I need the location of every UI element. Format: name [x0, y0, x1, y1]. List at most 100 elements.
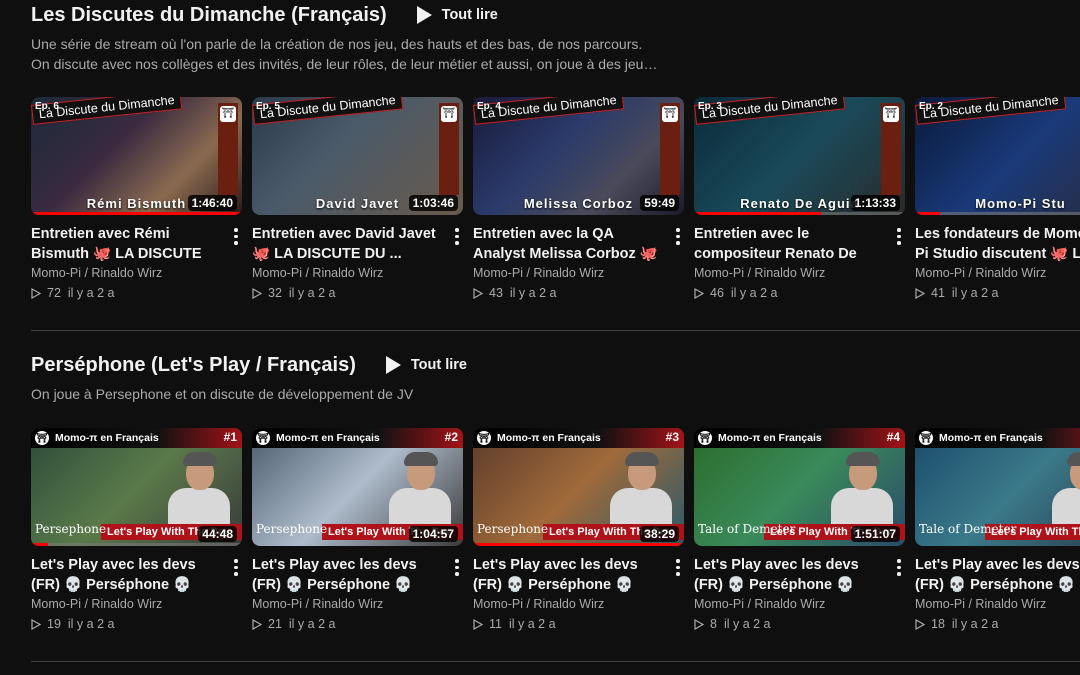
video-title[interactable]: Let's Play avec les devs (FR) 💀 Persépho…	[31, 555, 220, 595]
host-figure	[610, 452, 672, 528]
dot	[455, 241, 459, 245]
dot	[455, 228, 459, 232]
view-count: 19	[47, 617, 61, 631]
more-vert-icon[interactable]	[234, 228, 238, 245]
video-stats: 11 il y a 2 a	[473, 617, 662, 631]
guest-name-caption: Momo-Pi Stu	[975, 196, 1066, 211]
channel-name[interactable]: Momo-Pi / Rinaldo Wirz	[694, 597, 883, 611]
channel-name[interactable]: Momo-Pi / Rinaldo Wirz	[694, 266, 883, 280]
video-card[interactable]: ⛩ Momo-π en Français #3 Let's Play With The…	[473, 428, 684, 631]
video-stats: 41 il y a 2 a	[915, 286, 1080, 300]
progress-track	[31, 543, 242, 546]
view-count: 32	[268, 286, 282, 300]
thumbnail-topbar: ⛩ Momo-π en Français	[694, 428, 905, 448]
video-card[interactable]: ⛩Momo-π en FrançaisLet's Play With The D…	[915, 428, 1080, 631]
dot	[455, 572, 459, 576]
video-card[interactable]: ⛩ La Discute du Dimanche Ep. 3 Renato De Ag…	[694, 97, 905, 300]
channel-name[interactable]: Momo-Pi / Rinaldo Wirz	[915, 266, 1080, 280]
video-thumbnail[interactable]: ⛩ La Discute du Dimanche Ep. 6 Rémi Bismuth…	[31, 97, 242, 215]
video-thumbnail[interactable]: ⛩ La Discute du Dimanche Ep. 5 David Javet 1…	[252, 97, 463, 215]
momo-pi-logo: ⛩	[441, 106, 457, 122]
channel-name[interactable]: Momo-Pi / Rinaldo Wirz	[252, 597, 441, 611]
video-thumbnail[interactable]: ⛩La Discute du DimancheEp. 2Momo-Pi Stu	[915, 97, 1080, 215]
video-title[interactable]: Les fondateurs de Momo-Pi Studio discute…	[915, 224, 1080, 264]
video-card[interactable]: ⛩ Momo-π en Français #4 Let's Play With The…	[694, 428, 905, 631]
more-vert-icon[interactable]	[897, 228, 901, 245]
play-all-label: Tout lire	[441, 7, 498, 23]
video-card[interactable]: ⛩ La Discute du Dimanche Ep. 6 Rémi Bismuth…	[31, 97, 242, 300]
dot	[676, 228, 680, 232]
dot	[897, 241, 901, 245]
video-thumbnail[interactable]: ⛩ Momo-π en Français #2 Let's Play With The…	[252, 428, 463, 546]
video-meta: Let's Play avec les devs (FR) 💀 Persépho…	[31, 555, 242, 631]
more-vert-icon[interactable]	[676, 228, 680, 245]
more-vert-icon[interactable]	[676, 559, 680, 576]
dot	[234, 572, 238, 576]
play-all-button[interactable]: Tout lire	[385, 356, 467, 374]
shelf-description: On joue à Persephone et on discute de dé…	[31, 384, 671, 404]
momo-pi-logo: ⛩	[662, 106, 678, 122]
video-title[interactable]: Entretien avec David Javet 🐙 LA DISCUTE …	[252, 224, 441, 264]
divider	[31, 661, 1080, 662]
video-card[interactable]: ⛩ Momo-π en Français #1 Let's Play With The…	[31, 428, 242, 631]
channel-name[interactable]: Momo-Pi / Rinaldo Wirz	[252, 266, 441, 280]
video-thumbnail[interactable]: ⛩Momo-π en FrançaisLet's Play With The D…	[915, 428, 1080, 546]
video-title[interactable]: Entretien avec le compositeur Renato De …	[694, 224, 883, 264]
shelf-description: Une série de stream où l'on parle de la …	[31, 34, 671, 74]
upload-age: il y a 2 a	[951, 617, 999, 631]
game-logo: Tale of Demeter	[919, 522, 1017, 536]
dot	[897, 572, 901, 576]
video-card[interactable]: ⛩La Discute du DimancheEp. 2Momo-Pi StuL…	[915, 97, 1080, 300]
video-meta: Let's Play avec les devs (FR) 💀 Persépho…	[915, 555, 1080, 631]
dot	[676, 572, 680, 576]
shelf-title[interactable]: Les Discutes du Dimanche (Français)	[31, 4, 387, 27]
thumbnail-topbar: ⛩ Momo-π en Français	[31, 428, 242, 448]
channel-name[interactable]: Momo-Pi / Rinaldo Wirz	[31, 597, 220, 611]
view-count: 46	[710, 286, 724, 300]
video-meta: Entretien avec la QA Analyst Melissa Cor…	[473, 224, 684, 300]
episode-badge: Ep. 3	[698, 101, 722, 112]
video-title[interactable]: Entretien avec Rémi Bismuth 🐙 LA DISCUTE…	[31, 224, 220, 264]
channel-name[interactable]: Momo-Pi / Rinaldo Wirz	[915, 597, 1080, 611]
video-thumbnail[interactable]: ⛩ Momo-π en Français #1 Let's Play With The…	[31, 428, 242, 546]
more-vert-icon[interactable]	[234, 559, 238, 576]
duration-badge: 44:48	[198, 526, 237, 542]
video-card[interactable]: ⛩ La Discute du Dimanche Ep. 5 David Javet 1…	[252, 97, 463, 300]
topbar-label: Momo-π en Français	[55, 432, 159, 444]
video-title[interactable]: Let's Play avec les devs (FR) 💀 Persépho…	[915, 555, 1080, 595]
video-thumbnail[interactable]: ⛩ La Discute du Dimanche Ep. 4 Melissa Corb…	[473, 97, 684, 215]
thumbnail-topbar: ⛩ Momo-π en Français	[252, 428, 463, 448]
more-vert-icon[interactable]	[897, 559, 901, 576]
video-title[interactable]: Entretien avec la QA Analyst Melissa Cor…	[473, 224, 662, 264]
video-card[interactable]: ⛩ La Discute du Dimanche Ep. 4 Melissa Corb…	[473, 97, 684, 300]
play-all-button[interactable]: Tout lire	[416, 6, 498, 24]
video-card[interactable]: ⛩ Momo-π en Français #2 Let's Play With The…	[252, 428, 463, 631]
video-thumbnail[interactable]: ⛩ Momo-π en Français #3 Let's Play With The…	[473, 428, 684, 546]
video-title[interactable]: Let's Play avec les devs (FR) 💀 Persépho…	[694, 555, 883, 595]
shelf-header: Perséphone (Let's Play / Français) Tout …	[31, 350, 1080, 380]
shelf-header: Les Discutes du Dimanche (Français) Tout…	[31, 0, 1080, 30]
channel-name[interactable]: Momo-Pi / Rinaldo Wirz	[473, 597, 662, 611]
shelf-title[interactable]: Perséphone (Let's Play / Français)	[31, 354, 356, 377]
momo-pi-logo: ⛩	[220, 106, 236, 122]
channel-name[interactable]: Momo-Pi / Rinaldo Wirz	[473, 266, 662, 280]
video-title[interactable]: Let's Play avec les devs (FR) 💀 Persépho…	[473, 555, 662, 595]
dot	[676, 565, 680, 569]
video-meta: Entretien avec Rémi Bismuth 🐙 LA DISCUTE…	[31, 224, 242, 300]
episode-badge: Ep. 6	[35, 101, 59, 112]
dot	[676, 234, 680, 238]
more-vert-icon[interactable]	[455, 559, 459, 576]
episode-badge: Ep. 2	[919, 101, 943, 112]
video-title[interactable]: Let's Play avec les devs (FR) 💀 Persépho…	[252, 555, 441, 595]
channel-name[interactable]: Momo-Pi / Rinaldo Wirz	[31, 266, 220, 280]
more-vert-icon[interactable]	[455, 228, 459, 245]
upload-age: il y a 2 a	[508, 617, 556, 631]
play-outline-icon	[473, 287, 483, 299]
upload-age: il y a 2 a	[730, 286, 778, 300]
video-meta: Entretien avec le compositeur Renato De …	[694, 224, 905, 300]
video-thumbnail[interactable]: ⛩ Momo-π en Français #4 Let's Play With The…	[694, 428, 905, 546]
upload-age: il y a 2 a	[67, 286, 115, 300]
video-thumbnail[interactable]: ⛩ La Discute du Dimanche Ep. 3 Renato De Ag…	[694, 97, 905, 215]
view-count: 8	[710, 617, 717, 631]
play-outline-icon	[915, 618, 925, 630]
